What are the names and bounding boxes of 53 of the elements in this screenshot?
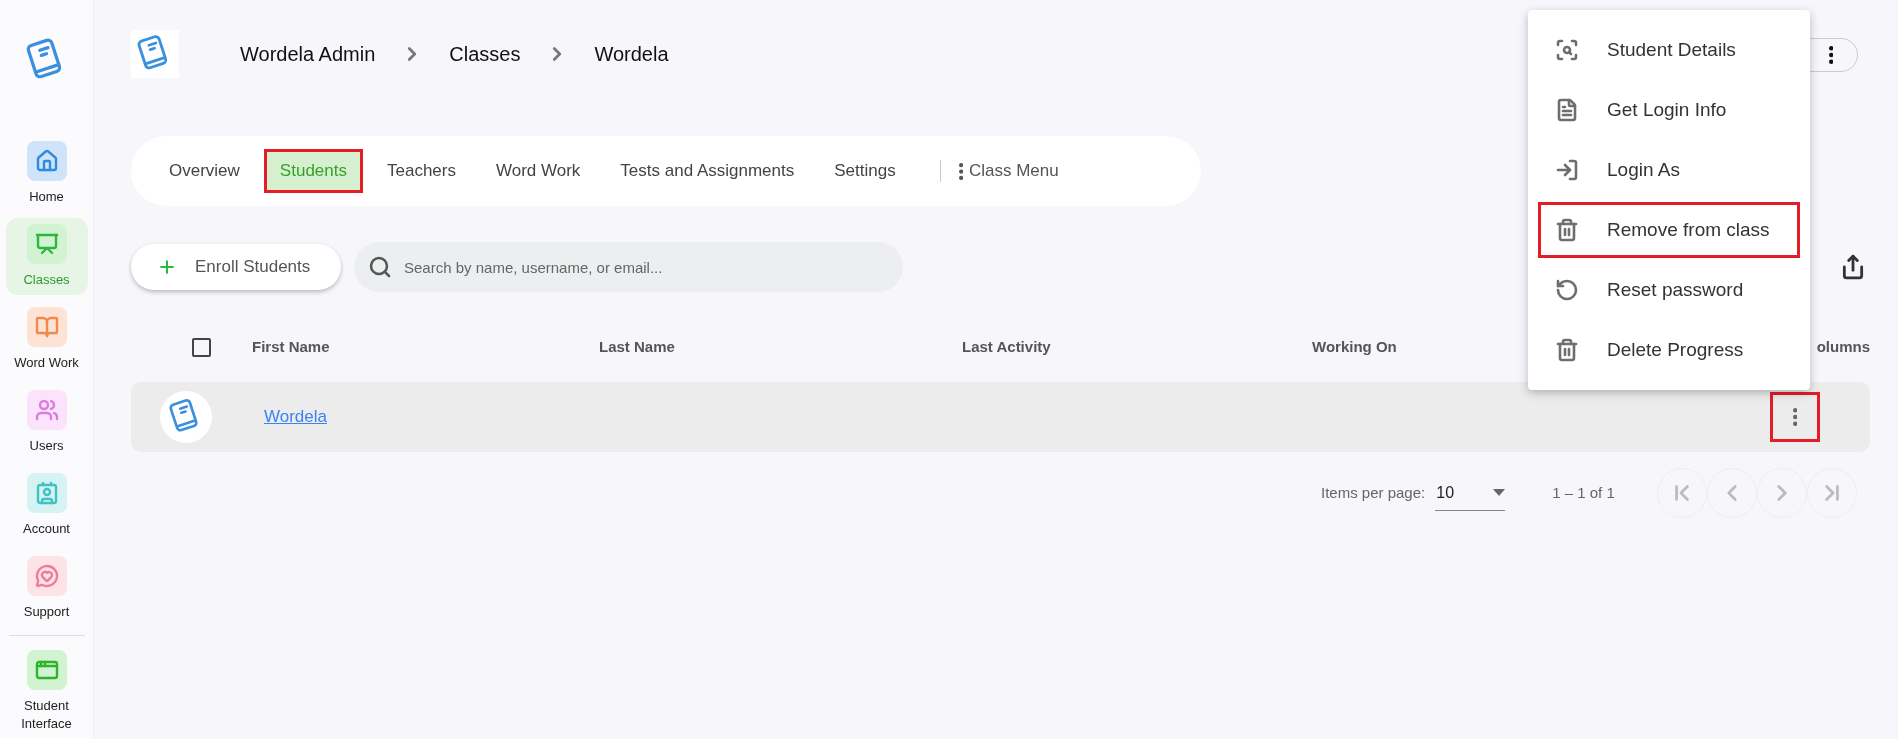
select-all-checkbox[interactable] (192, 337, 211, 357)
kebab-icon (1828, 46, 1833, 64)
tab[interactable]: Tests and Assignments (604, 149, 811, 193)
sidebar-item[interactable]: Users (5, 384, 88, 461)
login-icon (1555, 158, 1579, 182)
items-per-page-label: Items per page: (1321, 482, 1426, 503)
menu-item[interactable]: Get Login Info (1538, 82, 1800, 138)
sidebar-item[interactable]: Word Work (5, 301, 88, 378)
column-header: Last Activity (962, 336, 1052, 357)
menu-item[interactable]: Delete Progress (1538, 322, 1800, 378)
menu-item[interactable]: Remove from class (1538, 202, 1800, 258)
tab[interactable]: Settings (818, 149, 912, 193)
sidebar-item[interactable]: Home (5, 135, 88, 212)
breadcrumb-link[interactable]: Classes (443, 39, 527, 69)
column-header: Working On (1312, 336, 1398, 357)
export-icon[interactable] (1840, 254, 1866, 280)
support-icon (34, 564, 59, 588)
menu-item[interactable]: Student Details (1538, 22, 1800, 78)
column-header: First Name (252, 336, 331, 357)
search-icon (1555, 38, 1579, 62)
tab[interactable]: Teachers (370, 149, 472, 193)
dropdown-icon (1493, 489, 1506, 496)
row-menu-button[interactable] (1770, 392, 1820, 442)
page-size-select[interactable]: 10 (1435, 475, 1506, 511)
kebab-icon (1792, 408, 1798, 426)
column-header: Last Name (599, 336, 676, 357)
search-icon (368, 255, 392, 279)
search-field[interactable]: Search by name, username, or email... (354, 242, 903, 292)
tab[interactable]: Word Work (479, 149, 597, 193)
reset-icon (1555, 278, 1579, 302)
trash-icon (1555, 338, 1579, 362)
breadcrumb-link[interactable]: Wordela (588, 39, 675, 69)
book-icon (34, 315, 59, 339)
kebab-icon (958, 162, 963, 180)
enroll-button[interactable]: Enroll Students (131, 244, 341, 290)
document-icon (1555, 98, 1579, 122)
sidebar-item[interactable]: Support (5, 550, 88, 627)
class-menu-button[interactable]: Class Menu (958, 158, 1059, 184)
trash-icon (1555, 218, 1579, 242)
sidebar-item[interactable]: Student Interface (5, 644, 88, 739)
breadcrumb-link[interactable]: Wordela Admin (234, 39, 382, 69)
tab[interactable]: Overview (153, 149, 256, 193)
page-range: 1 – 1 of 1 (1552, 482, 1615, 503)
window-icon (34, 658, 59, 682)
house-icon (34, 149, 59, 173)
sidebar-item[interactable]: Account (5, 467, 88, 544)
badge-icon (34, 481, 59, 505)
menu-item[interactable]: Login As (1538, 142, 1800, 198)
users-icon (34, 398, 59, 422)
plus-icon (157, 257, 177, 277)
board-icon (34, 232, 59, 256)
column-header: olumns (1816, 336, 1870, 357)
menu-item[interactable]: Reset password (1538, 262, 1800, 318)
